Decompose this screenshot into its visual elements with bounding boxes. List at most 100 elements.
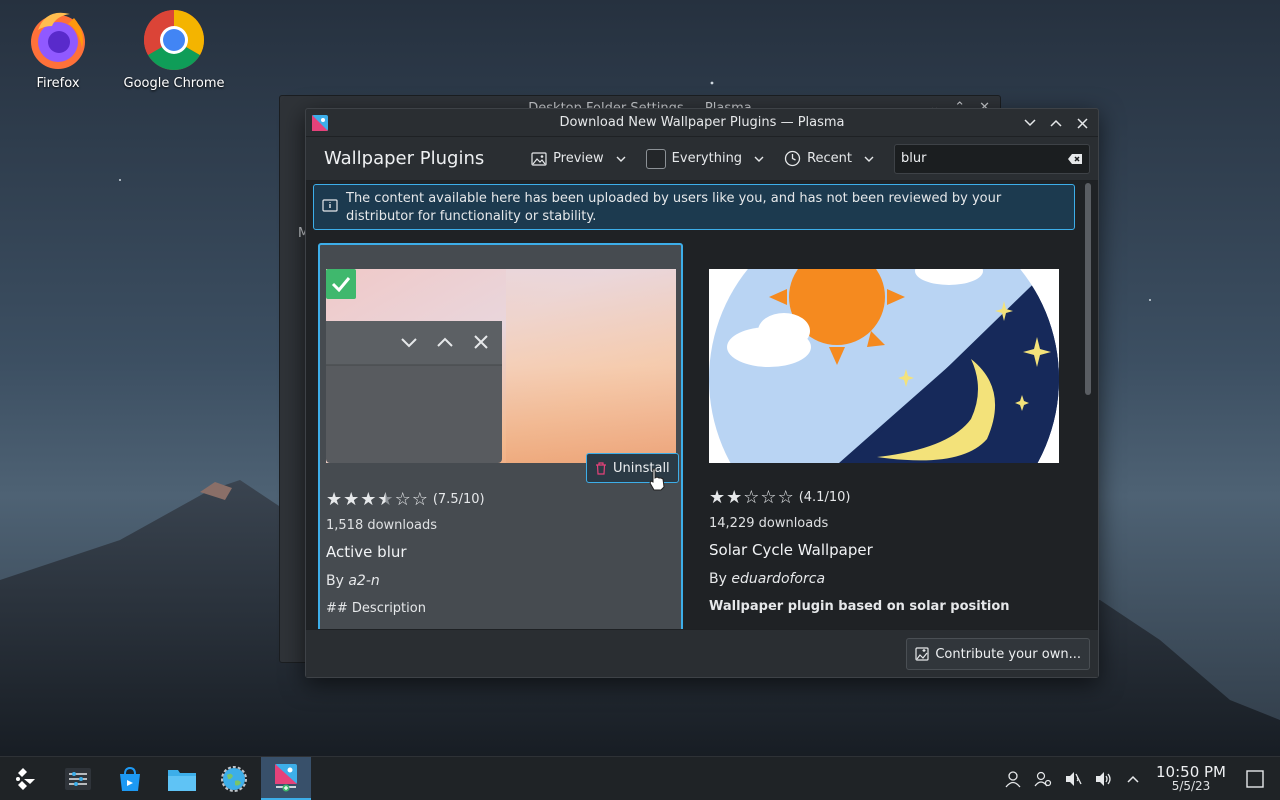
- users-icon: [1034, 771, 1052, 787]
- info-banner: The content available here has been uplo…: [313, 184, 1075, 230]
- taskbar-system-settings[interactable]: [52, 757, 104, 800]
- info-icon: [322, 199, 338, 212]
- plugin-title[interactable]: Solar Cycle Wallpaper: [709, 541, 1010, 559]
- results-area[interactable]: The content available here has been uplo…: [306, 181, 1098, 631]
- app-launcher-button[interactable]: [0, 757, 52, 800]
- page-title: Wallpaper Plugins: [324, 148, 485, 169]
- star-full-icon: ★: [709, 487, 726, 508]
- chevron-down-icon: [864, 156, 874, 162]
- plugin-preview[interactable]: [326, 269, 676, 463]
- chevron-down-icon: [754, 156, 764, 162]
- app-icon: [312, 115, 328, 131]
- star-full-icon: ★: [726, 487, 743, 508]
- clock-time: 10:50 PM: [1156, 763, 1226, 781]
- star-full-icon: ★: [326, 489, 343, 510]
- chevron-up-icon: [1127, 775, 1139, 783]
- mute-status[interactable]: [1058, 770, 1088, 788]
- taskbar-browser[interactable]: [208, 757, 260, 800]
- settings-sliders-icon: [65, 767, 91, 790]
- store-bag-icon: [120, 766, 140, 791]
- launcher-icon: [16, 767, 35, 790]
- contribute-label: Contribute your own...: [935, 646, 1081, 662]
- plugin-title[interactable]: Active blur: [326, 543, 485, 561]
- desktop-icon-firefox[interactable]: Firefox: [3, 8, 113, 91]
- clock-date: 5/5/23: [1171, 779, 1211, 793]
- image-icon: [531, 151, 547, 166]
- plugin-card-solar-cycle[interactable]: ★ ★ ☆ ☆ ☆ (4.1/10) 14,229 downloads Sola…: [703, 243, 1068, 631]
- tray-expander[interactable]: [1118, 775, 1148, 783]
- taskbar-discover[interactable]: [104, 757, 156, 800]
- rating-text: (7.5/10): [432, 492, 485, 507]
- show-desktop-icon: [1246, 770, 1264, 788]
- user-switcher[interactable]: [1028, 770, 1058, 788]
- upload-image-icon: [915, 647, 929, 661]
- taskbar-get-new-stuff[interactable]: [261, 756, 311, 800]
- sort-dropdown[interactable]: Recent: [784, 150, 874, 167]
- trash-icon: [596, 461, 606, 475]
- desktop-icon-label: Firefox: [36, 76, 80, 91]
- plugin-meta: ★ ★ ☆ ☆ ☆ (4.1/10) 14,229 downloads Sola…: [709, 487, 1010, 614]
- download-count: 14,229 downloads: [709, 516, 829, 531]
- chrome-icon: [143, 9, 205, 71]
- author-prefix: By: [326, 573, 344, 589]
- show-desktop-button[interactable]: [1240, 770, 1270, 788]
- info-banner-text: The content available here has been uplo…: [346, 191, 1002, 224]
- taskbar: 10:50 PM 5/5/23: [0, 756, 1280, 800]
- hand-cursor-icon: [649, 468, 665, 491]
- view-mode-dropdown[interactable]: Preview: [531, 151, 626, 167]
- search-input[interactable]: [901, 151, 1051, 166]
- star-full-icon: ★: [343, 489, 360, 510]
- clock-icon: [784, 150, 801, 167]
- plugin-preview[interactable]: [709, 269, 1059, 463]
- scrollbar-thumb[interactable]: [1085, 183, 1091, 395]
- desktop-icon-google-chrome[interactable]: Google Chrome: [119, 8, 229, 91]
- filter-dropdown[interactable]: Everything: [645, 148, 764, 169]
- filter-checkbox[interactable]: [645, 148, 666, 169]
- folder-icon: [168, 769, 196, 791]
- view-mode-label: Preview: [553, 151, 604, 166]
- window-titlebar[interactable]: Download New Wallpaper Plugins — Plasma: [306, 109, 1098, 137]
- globe-gear-icon: [221, 765, 247, 792]
- star-empty-icon: ☆: [411, 489, 428, 510]
- taskbar-file-manager[interactable]: [156, 757, 208, 800]
- plugin-description: Wallpaper plugin based on solar position: [709, 599, 1010, 614]
- user-icon: [1005, 771, 1021, 788]
- system-tray: 10:50 PM 5/5/23: [998, 757, 1280, 800]
- chevron-up-icon: [1050, 119, 1062, 127]
- download-wallpaper-plugins-window[interactable]: Download New Wallpaper Plugins — Plasma …: [305, 108, 1099, 678]
- download-count: 1,518 downloads: [326, 518, 437, 533]
- star-empty-icon: ☆: [777, 487, 794, 508]
- author-prefix: By: [709, 571, 727, 587]
- rating-text: (4.1/10): [798, 490, 851, 505]
- close-icon: [1076, 117, 1088, 129]
- toolbar: Wallpaper Plugins Preview Everything Rec…: [306, 137, 1098, 181]
- plugin-description: ## Description: [326, 601, 426, 616]
- window-title: Download New Wallpaper Plugins — Plasma: [559, 115, 845, 130]
- sort-label: Recent: [807, 151, 852, 166]
- preview-image: [326, 269, 676, 463]
- star-full-icon: ★: [360, 489, 377, 510]
- star-half-icon: ★: [377, 489, 394, 510]
- minimize-button[interactable]: [1020, 113, 1040, 133]
- plugin-author: By a2-n: [326, 573, 485, 589]
- plugin-author: By eduardoforca: [709, 571, 1010, 587]
- clear-icon[interactable]: [1067, 153, 1083, 165]
- preview-image: [709, 269, 1059, 463]
- author-name[interactable]: eduardoforca: [731, 571, 825, 587]
- close-button[interactable]: [1072, 113, 1092, 133]
- plugin-card-active-blur[interactable]: Uninstall ★ ★ ★ ★ ☆ ☆ (7.5/10) 1,518 dow…: [318, 243, 683, 631]
- star-empty-icon: ☆: [760, 487, 777, 508]
- digital-clock[interactable]: 10:50 PM 5/5/23: [1156, 763, 1226, 794]
- checkmark-icon: [331, 277, 351, 292]
- contribute-button[interactable]: Contribute your own...: [906, 638, 1090, 670]
- author-name[interactable]: a2-n: [348, 573, 379, 589]
- maximize-button[interactable]: [1046, 113, 1066, 133]
- scrollbar[interactable]: [1084, 183, 1092, 629]
- volume-control[interactable]: [1088, 770, 1118, 788]
- search-field[interactable]: [894, 143, 1090, 174]
- filter-label: Everything: [671, 151, 743, 166]
- window-footer: Contribute your own...: [306, 629, 1098, 677]
- user-status[interactable]: [998, 770, 1028, 788]
- star-empty-icon: ☆: [743, 487, 760, 508]
- rating: ★ ★ ★ ★ ☆ ☆ (7.5/10): [326, 489, 485, 510]
